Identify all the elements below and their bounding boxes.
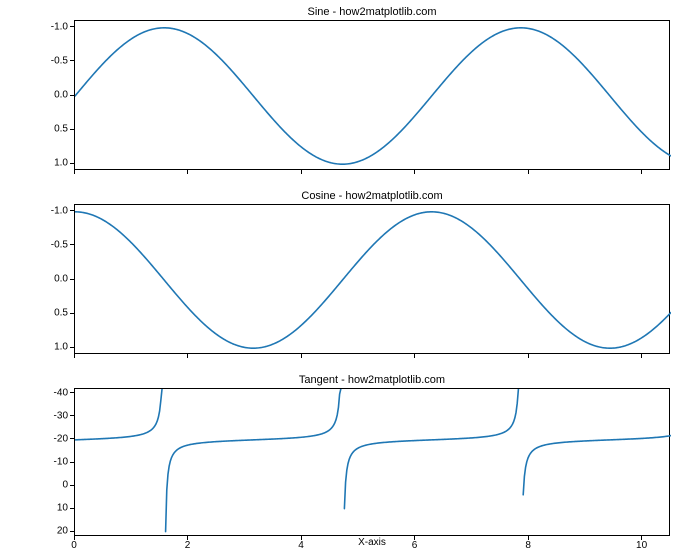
ytick-label: 0	[62, 480, 68, 491]
ytick-label: -10	[54, 457, 68, 468]
ytick-mark	[70, 531, 74, 532]
xtick-mark	[301, 354, 302, 358]
ytick-label: -40	[54, 387, 68, 398]
ytick-mark	[70, 129, 74, 130]
ytick-label: 1.0	[54, 158, 68, 169]
ytick-mark	[70, 60, 74, 61]
ytick-label: 1.0	[54, 342, 68, 353]
xtick-label: 6	[412, 540, 418, 551]
xtick-mark	[74, 354, 75, 358]
ytick-label: -0.5	[51, 55, 68, 66]
xtick-mark	[414, 536, 415, 540]
chart-title-sine: Sine - how2matplotlib.com	[74, 6, 670, 18]
ytick-mark	[70, 347, 74, 348]
axes-tangent	[74, 388, 670, 536]
x-axis-label: X-axis	[358, 537, 386, 548]
xtick-label: 10	[636, 540, 647, 551]
ytick-label: 10	[57, 503, 68, 514]
ytick-mark	[70, 485, 74, 486]
axes-cosine	[74, 204, 670, 354]
ytick-mark	[70, 313, 74, 314]
axes-sine	[74, 20, 670, 170]
ytick-label: -1.0	[51, 21, 68, 32]
ytick-mark	[70, 210, 74, 211]
xtick-mark	[641, 354, 642, 358]
ytick-label: 0.0	[54, 274, 68, 285]
ytick-mark	[70, 415, 74, 416]
line-cosine	[75, 212, 671, 348]
ytick-label: 20	[57, 526, 68, 537]
ytick-mark	[70, 95, 74, 96]
xtick-mark	[641, 536, 642, 540]
xtick-mark	[528, 536, 529, 540]
xtick-label: 0	[71, 540, 77, 551]
ytick-mark	[70, 508, 74, 509]
xtick-mark	[528, 354, 529, 358]
xtick-mark	[187, 536, 188, 540]
xtick-mark	[74, 170, 75, 174]
xtick-mark	[301, 170, 302, 174]
xtick-label: 8	[525, 540, 531, 551]
xtick-label: 4	[298, 540, 304, 551]
xtick-mark	[187, 170, 188, 174]
ytick-mark	[70, 462, 74, 463]
ytick-label: -1.0	[51, 205, 68, 216]
chart-title-tangent: Tangent - how2matplotlib.com	[74, 374, 670, 386]
xtick-label: 2	[185, 540, 191, 551]
line-sine	[75, 28, 671, 164]
figure: Sine - how2matplotlib.com Cosine - how2m…	[0, 0, 700, 560]
ytick-mark	[70, 26, 74, 27]
chart-title-cosine: Cosine - how2matplotlib.com	[74, 190, 670, 202]
xtick-mark	[187, 354, 188, 358]
ytick-mark	[70, 244, 74, 245]
xtick-mark	[74, 536, 75, 540]
ytick-label: -20	[54, 433, 68, 444]
xtick-mark	[414, 354, 415, 358]
ytick-mark	[70, 392, 74, 393]
ytick-label: 0.0	[54, 90, 68, 101]
xtick-mark	[414, 170, 415, 174]
ytick-mark	[70, 279, 74, 280]
xtick-mark	[301, 536, 302, 540]
ytick-label: -0.5	[51, 239, 68, 250]
ytick-label: -30	[54, 410, 68, 421]
ytick-mark	[70, 438, 74, 439]
xtick-mark	[641, 170, 642, 174]
line-tangent	[75, 389, 671, 532]
xtick-mark	[528, 170, 529, 174]
ytick-mark	[70, 163, 74, 164]
ytick-label: 0.5	[54, 308, 68, 319]
ytick-label: 0.5	[54, 124, 68, 135]
